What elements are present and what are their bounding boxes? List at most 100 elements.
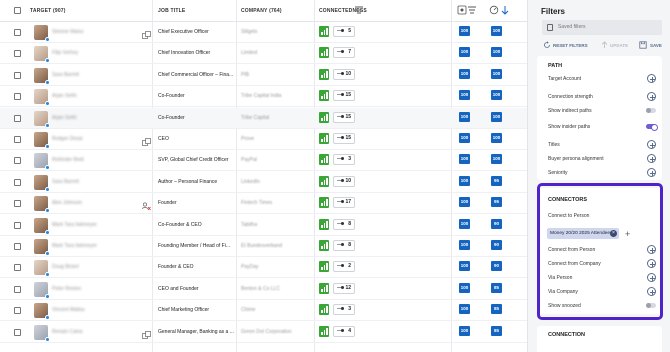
table-row[interactable]: Filip Verhey Chief Innovation Officer Limi… bbox=[0, 43, 527, 65]
person-name[interactable]: Mark Tara Iwkmeyer bbox=[52, 222, 97, 228]
table-row[interactable]: Rohinder Bedi SVP, Global Chief Credit Of… bbox=[0, 150, 527, 172]
arrow-down-icon[interactable] bbox=[500, 5, 510, 15]
add-connection-strength-button[interactable] bbox=[647, 92, 656, 101]
avatar[interactable] bbox=[34, 89, 50, 107]
avatar[interactable] bbox=[34, 303, 50, 321]
table-row[interactable]: Peter Reston CEO and Founder Benton & Co L… bbox=[0, 279, 527, 300]
connection-strength-icon[interactable] bbox=[319, 111, 329, 123]
save-button[interactable]: SAVE bbox=[650, 43, 662, 48]
person-search-icon[interactable] bbox=[142, 198, 151, 211]
row-checkbox[interactable] bbox=[14, 243, 21, 250]
avatar[interactable] bbox=[34, 25, 50, 42]
avatar[interactable] bbox=[34, 196, 50, 214]
person-name[interactable]: Alex Johnson bbox=[52, 200, 82, 206]
connection-strength-icon[interactable] bbox=[319, 90, 329, 102]
connectedness-stepper[interactable]: 15 bbox=[333, 111, 355, 123]
table-row[interactable]: Simone Mainz Chief Executive Officer Stilg… bbox=[0, 22, 527, 43]
table-row[interactable]: Alex Johnson Founder Fintech Times 17 100 95 bbox=[0, 193, 527, 215]
company-name[interactable]: Prove bbox=[241, 136, 254, 142]
avatar[interactable] bbox=[34, 153, 50, 171]
company-name[interactable]: Tribe Capital bbox=[241, 115, 269, 121]
table-row[interactable]: Mark Tara Iwkmeyer Founding Member / Head… bbox=[0, 236, 527, 257]
table-row[interactable]: Rodger Desai CEO Prove 15 100 100 bbox=[0, 129, 527, 150]
table-row[interactable]: Arjan Sethi Co-Founder Tribe Capital 15 100 1… bbox=[0, 107, 527, 129]
person-name[interactable]: Simone Mainz bbox=[52, 29, 84, 35]
person-name[interactable]: Arjan Sethi bbox=[52, 93, 76, 99]
update-button[interactable]: UPDATE bbox=[610, 43, 628, 48]
connection-strength-icon[interactable] bbox=[319, 261, 329, 273]
connection-strength-icon[interactable] bbox=[319, 197, 329, 209]
header-job-title[interactable]: JOB TITLE bbox=[158, 8, 185, 14]
connectedness-stepper[interactable]: 10 bbox=[333, 68, 355, 80]
connectedness-stepper[interactable]: 12 bbox=[333, 282, 355, 294]
table-row[interactable]: Doug Bickel Founder & CEO PayDay 2 100 90 bbox=[0, 257, 527, 279]
person-name[interactable]: Vincent Matias bbox=[52, 307, 85, 313]
connectedness-stepper[interactable]: 4 bbox=[333, 325, 355, 337]
network-icon[interactable] bbox=[142, 134, 151, 146]
connectedness-stepper[interactable]: 8 bbox=[333, 218, 355, 230]
person-name[interactable]: Mark Tara Iwkmeyer bbox=[52, 243, 97, 249]
connection-strength-icon[interactable] bbox=[319, 282, 329, 294]
connection-strength-icon[interactable] bbox=[319, 68, 329, 80]
person-name[interactable]: Doug Bickel bbox=[52, 264, 79, 270]
avatar[interactable] bbox=[34, 239, 50, 256]
company-name[interactable]: Limited bbox=[241, 50, 257, 56]
person-name[interactable]: Sara Barrett bbox=[52, 72, 79, 78]
connectedness-stepper[interactable]: 10 bbox=[333, 175, 355, 187]
row-checkbox[interactable] bbox=[14, 285, 21, 293]
row-checkbox[interactable] bbox=[14, 114, 21, 122]
row-checkbox[interactable] bbox=[14, 157, 21, 165]
connection-strength-icon[interactable] bbox=[319, 304, 329, 316]
sort-icon[interactable] bbox=[467, 5, 477, 15]
person-name[interactable]: Rohinder Bedi bbox=[52, 157, 84, 163]
add-titles-button[interactable] bbox=[647, 140, 656, 149]
row-checkbox[interactable] bbox=[14, 200, 21, 208]
row-checkbox[interactable] bbox=[14, 178, 21, 186]
avatar[interactable] bbox=[34, 67, 50, 85]
avatar[interactable] bbox=[34, 324, 50, 342]
company-name[interactable]: Chime bbox=[241, 307, 255, 313]
add-seniority-button[interactable] bbox=[647, 168, 656, 177]
add-target-account-button[interactable] bbox=[647, 74, 656, 83]
table-row[interactable]: Renato Caina General Manager, Banking as … bbox=[0, 322, 527, 343]
avatar[interactable] bbox=[34, 46, 50, 64]
connection-strength-icon[interactable] bbox=[319, 175, 329, 187]
row-checkbox[interactable] bbox=[14, 136, 21, 143]
table-row[interactable]: Sara Barrett Author – Personal Finance Lin… bbox=[0, 172, 527, 193]
connectedness-stepper[interactable]: 8 bbox=[333, 240, 355, 251]
network-icon[interactable] bbox=[142, 27, 151, 39]
company-name[interactable]: PayDay bbox=[241, 264, 259, 270]
company-name[interactable]: LinkedIn bbox=[241, 179, 260, 185]
table-row[interactable]: Arjan Sethi Co-Founder Tribe Capital India… bbox=[0, 86, 527, 108]
saved-filters-select[interactable]: Saved filters bbox=[542, 20, 662, 35]
person-name[interactable]: Renato Caina bbox=[52, 329, 83, 335]
connectedness-stepper[interactable]: 3 bbox=[333, 154, 355, 166]
row-checkbox[interactable] bbox=[14, 307, 21, 315]
connection-strength-icon[interactable] bbox=[319, 154, 329, 166]
connectedness-stepper[interactable]: 7 bbox=[333, 47, 355, 59]
connection-strength-icon[interactable] bbox=[319, 133, 329, 144]
connectedness-stepper[interactable]: 15 bbox=[333, 133, 355, 144]
person-name[interactable]: Rodger Desai bbox=[52, 136, 83, 142]
company-name[interactable]: Tabitha bbox=[241, 222, 257, 228]
company-name[interactable]: Green Dot Corporation bbox=[241, 329, 292, 335]
connection-strength-icon[interactable] bbox=[319, 240, 329, 251]
row-checkbox[interactable] bbox=[14, 221, 21, 229]
table-row[interactable]: Vincent Matias Chief Marketing Officer Chi… bbox=[0, 300, 527, 322]
row-checkbox[interactable] bbox=[14, 50, 21, 58]
avatar[interactable] bbox=[34, 217, 50, 235]
row-checkbox[interactable] bbox=[14, 264, 21, 272]
person-name[interactable]: Arjan Sethi bbox=[52, 115, 76, 121]
avatar[interactable] bbox=[34, 281, 50, 299]
connectedness-stepper[interactable]: 17 bbox=[333, 197, 355, 209]
row-checkbox[interactable] bbox=[14, 328, 21, 336]
avatar[interactable] bbox=[34, 132, 50, 149]
show-indirect-toggle[interactable] bbox=[646, 108, 656, 113]
table-row[interactable]: Mark Tara Iwkmeyer Co-Founder & CEO Tabith… bbox=[0, 215, 527, 236]
person-name[interactable]: Filip Verhey bbox=[52, 50, 78, 56]
reset-filters-button[interactable]: RESET FILTERS bbox=[553, 43, 588, 48]
connectedness-stepper[interactable]: 5 bbox=[333, 26, 355, 37]
target-icon[interactable] bbox=[457, 5, 467, 15]
company-name[interactable]: EI Bundesverband bbox=[241, 243, 282, 249]
company-name[interactable]: PIB bbox=[241, 72, 249, 78]
